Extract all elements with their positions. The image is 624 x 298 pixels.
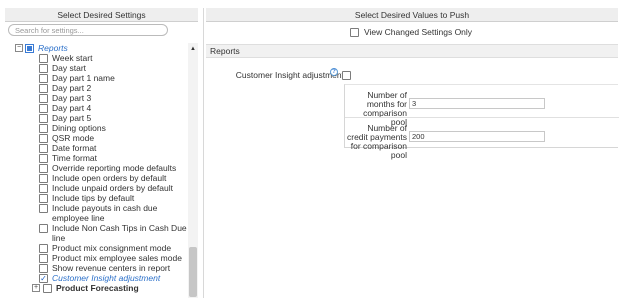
tree-item[interactable]: Override reporting mode defaults xyxy=(39,163,188,173)
setting-fields: Number of months for comparison pool Num… xyxy=(344,84,619,160)
view-changed-toggle[interactable]: View Changed Settings Only xyxy=(350,27,472,37)
tree-item-label: Include tips by default xyxy=(52,193,135,203)
settings-search-input[interactable] xyxy=(8,24,168,36)
collapse-icon[interactable]: − xyxy=(15,44,23,52)
settings-panel-title: Select Desired Settings xyxy=(5,8,198,22)
tree-item-label: Product mix consignment mode xyxy=(52,243,172,253)
tree-item[interactable]: Day start xyxy=(39,63,188,73)
tree-item-label: Day part 2 xyxy=(52,83,92,93)
setting-enable-checkbox[interactable] xyxy=(342,70,351,80)
checked-checkbox[interactable]: ✓ xyxy=(39,273,48,283)
months-input[interactable] xyxy=(409,98,545,109)
settings-panel: Select Desired Settings − Reports Week s… xyxy=(5,8,198,298)
tree-item-label: Dining options xyxy=(52,123,106,133)
tree-item[interactable]: Include payouts in cash due employee lin… xyxy=(39,203,188,223)
view-changed-checkbox[interactable] xyxy=(350,27,359,37)
caret-up-icon[interactable]: ▲ xyxy=(189,45,197,53)
values-panel-title: Select Desired Values to Push xyxy=(206,8,618,22)
tree-item[interactable]: Day part 2 xyxy=(39,83,188,93)
tree-item-label: Day part 1 name xyxy=(52,73,115,83)
setting-checkbox[interactable] xyxy=(39,143,48,153)
view-changed-label: View Changed Settings Only xyxy=(364,27,473,37)
setting-checkbox[interactable] xyxy=(39,203,48,213)
setting-checkbox[interactable] xyxy=(39,133,48,143)
section-header: Reports xyxy=(206,44,618,58)
tree-item-label: Customer Insight adjustment xyxy=(52,273,161,283)
values-panel: Select Desired Values to Push View Chang… xyxy=(206,8,619,298)
tree-node-label: Product Forecasting xyxy=(56,283,139,293)
setting-checkbox[interactable] xyxy=(39,183,48,193)
tree-item[interactable]: Day part 1 name xyxy=(39,73,188,83)
setting-checkbox[interactable] xyxy=(39,53,48,63)
settings-tree: − Reports Week start Day start Day part 1 … xyxy=(5,43,188,298)
tree-item[interactable]: Product mix consignment mode xyxy=(39,243,188,253)
tree-item[interactable]: Include unpaid orders by default xyxy=(39,183,188,193)
tree-item[interactable]: Show revenue centers in report xyxy=(39,263,188,273)
tree-item[interactable]: Product mix employee sales mode xyxy=(39,253,188,263)
setting-label: Customer Insight adjustment xyxy=(235,70,344,80)
credit-payments-input[interactable] xyxy=(409,131,545,142)
tree-item[interactable]: Week start xyxy=(39,53,188,63)
field-label: Number of credit payments for comparison… xyxy=(347,123,407,160)
tree-item-label: Day part 5 xyxy=(52,113,92,123)
tree-item[interactable]: QSR mode xyxy=(39,133,188,143)
tree-item[interactable]: ✓ Customer Insight adjustment xyxy=(39,273,188,283)
setting-checkbox[interactable] xyxy=(39,223,48,233)
tree-item-label: Day start xyxy=(52,63,87,73)
tree-item[interactable]: Day part 5 xyxy=(39,113,188,123)
tree-scrollbar[interactable]: ▲ xyxy=(188,43,198,298)
scrollbar-thumb[interactable] xyxy=(189,247,197,297)
tree-item[interactable]: Day part 4 xyxy=(39,103,188,113)
setting-checkbox[interactable] xyxy=(39,263,48,273)
setting-checkbox[interactable] xyxy=(39,163,48,173)
tree-item[interactable]: Include Non Cash Tips in Cash Due line xyxy=(39,223,188,243)
tree-item-label: Include unpaid orders by default xyxy=(52,183,173,193)
tree-node-reports[interactable]: − Reports xyxy=(15,43,68,53)
setting-checkbox[interactable] xyxy=(43,283,52,293)
tree-item[interactable]: Time format xyxy=(39,153,188,163)
partial-checkbox[interactable] xyxy=(25,43,34,53)
tree-item-label: Include open orders by default xyxy=(52,173,167,183)
tree-item-label: Include payouts in cash due employee lin… xyxy=(52,203,158,223)
expand-icon[interactable]: + xyxy=(32,284,40,292)
tree-item[interactable]: Include tips by default xyxy=(39,193,188,203)
tree-node-label: Reports xyxy=(38,43,68,53)
tree-item[interactable]: Date format xyxy=(39,143,188,153)
setting-checkbox[interactable] xyxy=(39,103,48,113)
tree-item-label: Date format xyxy=(52,143,97,153)
tree-item-label: Product mix employee sales mode xyxy=(52,253,182,263)
setting-checkbox[interactable] xyxy=(39,83,48,93)
setting-checkbox[interactable] xyxy=(39,193,48,203)
setting-checkbox[interactable] xyxy=(39,123,48,133)
tree-item-label: Time format xyxy=(52,153,98,163)
setting-checkbox[interactable] xyxy=(39,253,48,263)
tree-item-label: Day part 4 xyxy=(52,103,92,113)
setting-checkbox[interactable] xyxy=(39,113,48,123)
tree-item-label: Override reporting mode defaults xyxy=(52,163,177,173)
setting-checkbox[interactable] xyxy=(39,173,48,183)
tree-item[interactable]: Include open orders by default xyxy=(39,173,188,183)
tree-item-label: Day part 3 xyxy=(52,93,92,103)
setting-checkbox[interactable] xyxy=(39,73,48,83)
setting-row: Customer Insight adjustment ? Number of … xyxy=(226,68,619,160)
tree-item-label: Show revenue centers in report xyxy=(52,263,171,273)
setting-checkbox[interactable] xyxy=(39,93,48,103)
tree-item-label: Week start xyxy=(52,53,93,63)
field-credit-payments: Number of credit payments for comparison… xyxy=(345,117,619,160)
tree-item[interactable]: Dining options xyxy=(39,123,188,133)
info-icon[interactable]: ? xyxy=(330,68,338,76)
tree-item[interactable]: Day part 3 xyxy=(39,93,188,103)
setting-checkbox[interactable] xyxy=(39,243,48,253)
tree-item-label: Include Non Cash Tips in Cash Due line xyxy=(52,223,187,243)
field-months: Number of months for comparison pool xyxy=(345,85,619,127)
panel-divider xyxy=(203,8,204,298)
setting-checkbox[interactable] xyxy=(39,63,48,73)
tree-node-product-forecasting[interactable]: + Product Forecasting xyxy=(32,283,139,293)
setting-checkbox[interactable] xyxy=(39,153,48,163)
tree-item-label: QSR mode xyxy=(52,133,95,143)
